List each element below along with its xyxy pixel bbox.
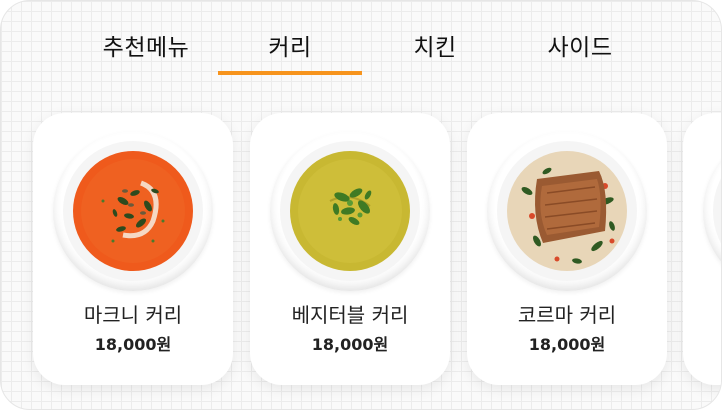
tab-recommended[interactable]: 추천메뉴 <box>74 31 218 65</box>
tab-chicken[interactable]: 치킨 <box>363 31 507 65</box>
menu-card[interactable]: 코르마 커리 18,000원 <box>467 113 667 385</box>
menu-item-name: 베지터블 커리 <box>291 303 409 327</box>
menu-panel: 추천메뉴 커리 치킨 사이드 마크니 커리 18,000원 베지터블 커리 18… <box>0 0 722 410</box>
tomato-curry-image <box>53 131 213 291</box>
menu-item-name: 코르마 커리 <box>517 303 617 327</box>
active-tab-indicator <box>218 71 362 75</box>
korma-curry-image <box>487 131 647 291</box>
menu-card[interactable]: 베지터블 커리 18,000원 <box>250 113 450 385</box>
menu-item-image <box>703 131 721 291</box>
menu-item-name: 마크니 커리 <box>83 303 183 327</box>
menu-item-price: 18,000원 <box>311 335 389 354</box>
menu-card[interactable]: 마크니 커리 18,000원 <box>33 113 233 385</box>
category-tabs: 추천메뉴 커리 치킨 사이드 <box>1 1 721 81</box>
menu-item-price: 18,000원 <box>528 335 606 354</box>
tab-curry[interactable]: 커리 <box>218 31 362 65</box>
menu-item-price: 18,000원 <box>94 335 172 354</box>
vegetable-curry-image <box>270 131 430 291</box>
menu-card-partial[interactable] <box>683 113 721 385</box>
tab-side[interactable]: 사이드 <box>508 31 652 65</box>
menu-card-list: 마크니 커리 18,000원 베지터블 커리 18,000원 코르마 커리 18… <box>1 111 721 391</box>
